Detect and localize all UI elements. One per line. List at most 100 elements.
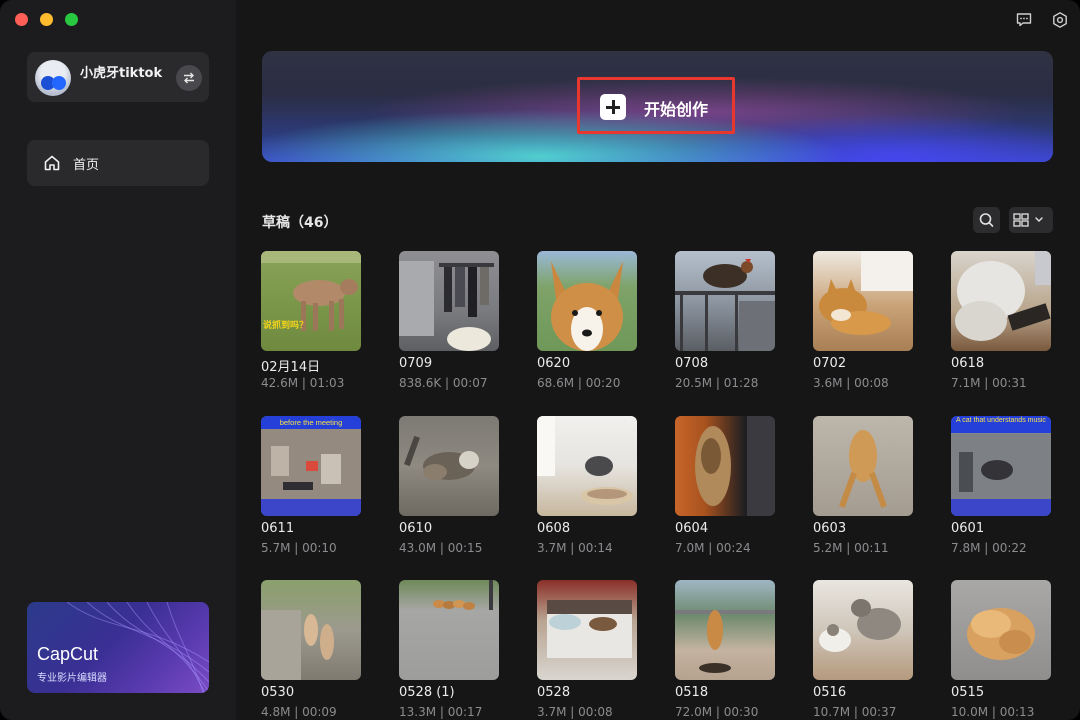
draft-thumbnail[interactable] [399,251,499,351]
draft-card[interactable]: 0610 43.0M | 00:15 [399,416,499,566]
draft-meta: 42.6M | 01:03 [261,376,345,390]
draft-thumbnail[interactable]: A cat that understands music [951,416,1051,516]
draft-thumbnail[interactable]: 说抓到吗？ [261,251,361,351]
settings-icon[interactable] [1051,11,1069,29]
sidebar: 小虎牙tiktok 首页 CapCut 专业影片编辑器 [0,0,236,720]
draft-name: 0528 [537,685,571,700]
puppies-image [433,580,493,610]
draft-card[interactable]: 0528 3.7M | 00:08 [537,580,637,720]
drafts-title: 草稿（46） [262,215,338,231]
account-name: 小虎牙tiktok [80,66,163,81]
shiba-image [819,251,913,335]
search-button[interactable] [973,207,1000,233]
draft-overlay-text: 说抓到吗？ [263,321,309,331]
switch-account-button[interactable] [176,65,202,91]
draft-name: 0620 [537,356,571,371]
draft-thumbnail[interactable]: before the meeting [261,416,361,516]
draft-card[interactable]: 0620 68.6M | 00:20 [537,251,637,401]
draft-name: 0518 [675,685,709,700]
draft-meta: 3.7M | 00:08 [537,705,613,719]
draft-card[interactable]: 0603 5.2M | 00:11 [813,416,913,566]
draft-meta: 838.6K | 00:07 [399,376,488,390]
draft-name: 0515 [951,685,985,700]
draft-meta: 3.7M | 00:14 [537,541,613,555]
promo-subtitle: 专业影片编辑器 [37,673,107,684]
draft-card[interactable]: 0702 3.6M | 00:08 [813,251,913,401]
feedback-icon[interactable] [1015,11,1033,29]
promo-brand: CapCut [37,644,99,664]
draft-name: 0604 [675,521,709,536]
draft-thumbnail[interactable] [675,580,775,680]
draft-name: 0603 [813,521,847,536]
draft-thumbnail[interactable] [537,580,637,680]
draft-meta: 20.5M | 01:28 [675,376,759,390]
dog-image [839,430,887,508]
draft-card[interactable]: 0709 838.6K | 00:07 [399,251,499,401]
draft-card[interactable]: 0530 4.8M | 00:09 [261,580,361,720]
sidebar-item-label: 首页 [73,158,100,173]
draft-card[interactable]: 0516 10.7M | 00:37 [813,580,913,720]
draft-name: 0528 (1) [399,685,455,700]
cat-image [537,416,633,505]
draft-name: 0611 [261,521,295,536]
close-window-button[interactable] [15,13,28,26]
room-image [261,429,361,516]
zoom-window-button[interactable] [65,13,78,26]
draft-thumbnail[interactable] [261,580,361,680]
dogs-image [261,610,334,680]
draft-thumbnail[interactable] [537,251,637,351]
draft-card[interactable]: 0604 7.0M | 00:24 [675,416,775,566]
draft-meta: 5.2M | 00:11 [813,541,889,555]
capcut-promo-card[interactable]: CapCut 专业影片编辑器 [27,602,209,693]
draft-meta: 13.3M | 00:17 [399,705,483,719]
cat-image [695,416,775,516]
draft-thumbnail[interactable] [813,416,913,516]
dog-image [261,251,361,331]
view-mode-dropdown[interactable] [1009,207,1053,233]
draft-thumbnail[interactable] [813,251,913,351]
draft-card[interactable]: 0515 10.0M | 00:13 [951,580,1051,720]
corgi-image [551,261,623,351]
draft-name: 0610 [399,521,433,536]
start-creating-button[interactable]: 开始创作 [598,93,724,121]
app-window: 小虎牙tiktok 首页 CapCut 专业影片编辑器 开始创作 草稿（46） … [0,0,1080,720]
draft-meta: 72.0M | 00:30 [675,705,759,719]
draft-meta: 7.8M | 00:22 [951,541,1027,555]
draft-card[interactable]: 0608 3.7M | 00:14 [537,416,637,566]
draft-card[interactable]: before the meeting 0611 5.7M | 00:10 [261,416,361,566]
drafts-grid: 说抓到吗？ 02月14日 42.6M | 01:03 0709 838.6K |… [261,251,1061,720]
draft-thumbnail[interactable] [951,251,1051,351]
draft-thumbnail[interactable] [399,416,499,516]
draft-meta: 5.7M | 00:10 [261,541,337,555]
plus-icon [600,94,626,120]
account-card[interactable]: 小虎牙tiktok [27,52,209,102]
draft-card[interactable]: 0518 72.0M | 00:30 [675,580,775,720]
draft-overlay-text: before the meeting [261,416,361,429]
draft-thumbnail[interactable] [675,416,775,516]
draft-meta: 4.8M | 00:09 [261,705,337,719]
draft-thumbnail[interactable] [951,580,1051,680]
draft-card[interactable]: 说抓到吗？ 02月14日 42.6M | 01:03 [261,251,361,401]
draft-name: 02月14日 [261,360,321,375]
draft-thumbnail[interactable] [537,416,637,516]
bed-image [547,600,632,658]
start-creating-label: 开始创作 [644,100,709,119]
draft-card[interactable]: 0618 7.1M | 00:31 [951,251,1051,401]
cat-image [955,251,1051,341]
draft-card[interactable]: 0708 20.5M | 01:28 [675,251,775,401]
draft-meta: 43.0M | 00:15 [399,541,483,555]
draft-card[interactable]: A cat that understands music 0601 7.8M |… [951,416,1051,566]
draft-meta: 7.1M | 00:31 [951,376,1027,390]
draft-name: 0530 [261,685,295,700]
draft-name: 0618 [951,356,985,371]
draft-thumbnail[interactable] [813,580,913,680]
draft-card[interactable]: 0528 (1) 13.3M | 00:17 [399,580,499,720]
draft-meta: 3.6M | 00:08 [813,376,889,390]
minimize-window-button[interactable] [40,13,53,26]
draft-thumbnail[interactable] [675,251,775,351]
sidebar-item-home[interactable]: 首页 [27,140,209,186]
draft-overlay-text: A cat that understands music [951,416,1051,433]
draft-meta: 7.0M | 00:24 [675,541,751,555]
search-icon [979,213,994,227]
draft-thumbnail[interactable] [399,580,499,680]
